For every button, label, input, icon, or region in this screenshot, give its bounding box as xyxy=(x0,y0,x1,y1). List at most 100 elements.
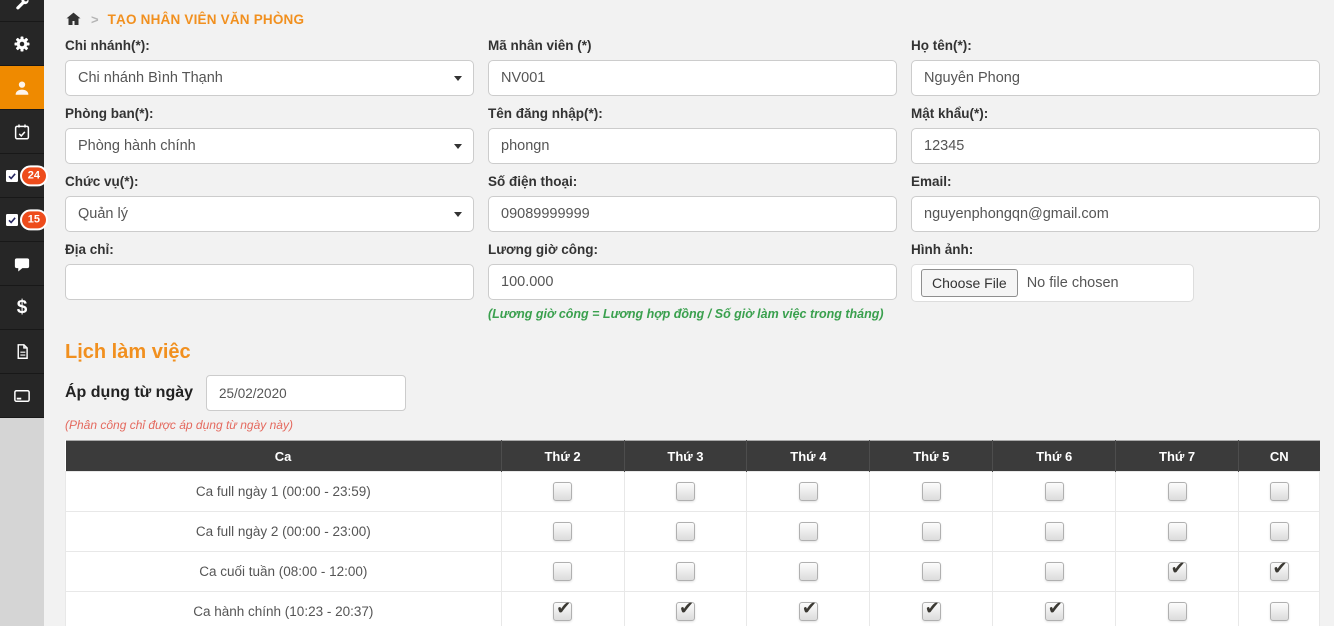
field-position: Chức vụ(*): Quản lý xyxy=(65,170,474,232)
schedule-cell xyxy=(746,551,871,592)
calendar-check-icon xyxy=(13,123,31,141)
schedule-checkbox[interactable] xyxy=(921,562,941,581)
sidebar-item-reports[interactable] xyxy=(0,330,44,374)
schedule-cell xyxy=(1238,551,1320,592)
chevron-down-icon xyxy=(454,76,462,81)
schedule-cell xyxy=(500,511,625,552)
shift-label: Ca full ngày 2 (00:00 - 23:00) xyxy=(65,511,502,552)
schedule-checkbox[interactable] xyxy=(1167,558,1187,581)
schedule-checkbox[interactable] xyxy=(1167,602,1187,621)
schedule-cell xyxy=(992,551,1117,592)
phone-input[interactable] xyxy=(488,196,897,232)
address-input[interactable] xyxy=(65,264,474,300)
schedule-checkbox[interactable] xyxy=(1044,598,1064,621)
checkout-count-badge: 15 xyxy=(19,208,48,231)
email-input[interactable] xyxy=(911,196,1320,232)
schedule-checkbox[interactable] xyxy=(1269,522,1289,541)
day-column-header: Thứ 6 xyxy=(992,440,1116,472)
schedule-checkbox[interactable] xyxy=(921,598,941,621)
schedule-checkbox[interactable] xyxy=(1167,522,1187,541)
hourly-wage-input[interactable] xyxy=(488,264,897,300)
checkin-square-icon xyxy=(4,168,20,184)
schedule-checkbox[interactable] xyxy=(798,522,818,541)
sidebar-item-cards[interactable] xyxy=(0,374,44,418)
file-status-text: No file chosen xyxy=(1026,275,1119,291)
schedule-table-row: Ca full ngày 2 (00:00 - 23:00) xyxy=(65,511,1320,552)
schedule-checkbox[interactable] xyxy=(921,482,941,501)
image-label: Hình ảnh: xyxy=(911,242,974,257)
schedule-checkbox[interactable] xyxy=(798,482,818,501)
sidebar-item-employees[interactable] xyxy=(0,66,44,110)
schedule-cell xyxy=(1238,591,1320,626)
schedule-checkbox[interactable] xyxy=(553,562,573,581)
schedule-checkbox[interactable] xyxy=(1269,602,1289,621)
schedule-checkbox[interactable] xyxy=(798,562,818,581)
sidebar-item-messages[interactable] xyxy=(0,242,44,286)
home-icon[interactable] xyxy=(65,11,82,27)
department-select[interactable]: Phòng hành chính xyxy=(65,128,474,164)
day-column-header: Thứ 7 xyxy=(1115,440,1239,472)
password-input[interactable] xyxy=(911,128,1320,164)
schedule-checkbox[interactable] xyxy=(1044,522,1064,541)
sidebar-item-checkout[interactable]: 15 xyxy=(0,198,48,242)
page-title: TẠO NHÂN VIÊN VĂN PHÒNG xyxy=(107,11,305,27)
sidebar-item-schedule[interactable] xyxy=(0,110,44,154)
apply-date-input[interactable] xyxy=(206,375,407,411)
field-employee-code: Mã nhân viên (*) xyxy=(488,34,897,96)
username-input[interactable] xyxy=(488,128,897,164)
checkout-square-icon xyxy=(4,212,20,228)
schedule-checkbox[interactable] xyxy=(553,598,573,621)
schedule-checkbox[interactable] xyxy=(921,522,941,541)
sidebar-item-settings[interactable] xyxy=(0,22,44,66)
employee-code-label: Mã nhân viên (*) xyxy=(488,38,592,53)
schedule-cell xyxy=(992,591,1117,626)
shift-label: Ca full ngày 1 (00:00 - 23:59) xyxy=(65,471,502,512)
shift-column-header: Ca xyxy=(65,440,502,472)
schedule-head-row: Ca Thứ 2 Thứ 3 Thứ 4 Thứ 5 Thứ 6 Thứ 7 CN xyxy=(65,440,1320,472)
sidebar-item-payroll[interactable]: $ xyxy=(0,286,44,330)
schedule-checkbox[interactable] xyxy=(675,598,695,621)
sidebar-item-tools[interactable] xyxy=(0,0,44,22)
sidebar-item-checkin[interactable]: 24 xyxy=(0,154,48,198)
image-file-input[interactable]: Choose File No file chosen xyxy=(911,264,1194,302)
shift-label: Ca cuối tuần (08:00 - 12:00) xyxy=(65,551,502,592)
schedule-checkbox[interactable] xyxy=(1044,482,1064,501)
branch-label: Chi nhánh(*): xyxy=(65,38,150,53)
password-label: Mật khẩu(*): xyxy=(911,106,989,121)
schedule-checkbox[interactable] xyxy=(675,562,695,581)
field-hourly-wage: Lương giờ công: (Lương giờ công = Lương … xyxy=(488,238,897,321)
branch-select[interactable]: Chi nhánh Bình Thạnh xyxy=(65,60,474,96)
schedule-cell xyxy=(746,471,871,512)
field-branch: Chi nhánh(*): Chi nhánh Bình Thạnh xyxy=(65,34,474,96)
user-icon xyxy=(13,79,31,97)
field-phone: Số điện thoại: xyxy=(488,170,897,232)
schedule-checkbox[interactable] xyxy=(675,522,695,541)
choose-file-button[interactable]: Choose File xyxy=(921,269,1018,297)
schedule-cell xyxy=(869,511,994,552)
schedule-checkbox[interactable] xyxy=(1044,562,1064,581)
schedule-checkbox[interactable] xyxy=(553,482,573,501)
full-name-input[interactable] xyxy=(911,60,1320,96)
schedule-checkbox[interactable] xyxy=(1269,558,1289,581)
schedule-cell xyxy=(746,591,871,626)
phone-label: Số điện thoại: xyxy=(488,174,578,189)
schedule-checkbox[interactable] xyxy=(1269,482,1289,501)
schedule-cell xyxy=(500,551,625,592)
employee-code-input[interactable] xyxy=(488,60,897,96)
day-column-header: Thứ 5 xyxy=(869,440,993,472)
field-full-name: Họ tên(*): xyxy=(911,34,1320,96)
checkin-count-badge: 24 xyxy=(19,164,48,187)
schedule-checkbox[interactable] xyxy=(1167,482,1187,501)
schedule-table-row: Ca cuối tuần (08:00 - 12:00) xyxy=(65,551,1320,592)
schedule-checkbox[interactable] xyxy=(553,522,573,541)
position-label: Chức vụ(*): xyxy=(65,174,139,189)
schedule-cell xyxy=(500,471,625,512)
schedule-cell xyxy=(1115,511,1240,552)
address-label: Địa chỉ: xyxy=(65,242,114,257)
schedule-cell xyxy=(1238,511,1320,552)
employee-form: Chi nhánh(*): Chi nhánh Bình Thạnh Mã nh… xyxy=(65,34,1320,327)
position-select[interactable]: Quản lý xyxy=(65,196,474,232)
schedule-cell xyxy=(869,591,994,626)
schedule-checkbox[interactable] xyxy=(675,482,695,501)
schedule-checkbox[interactable] xyxy=(798,598,818,621)
